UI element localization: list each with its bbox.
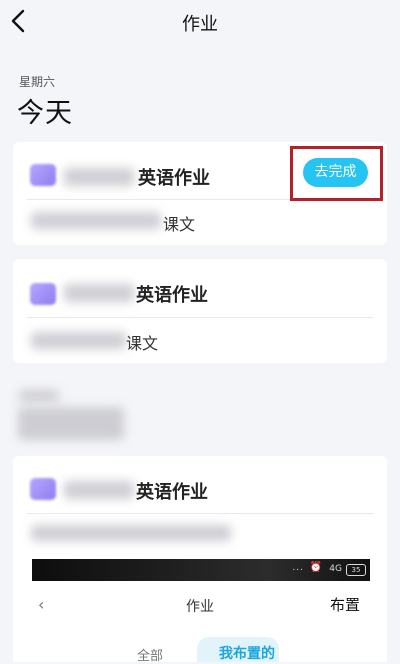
status-dots: ... — [292, 563, 304, 573]
navigation-bar: 作业 — [0, 0, 400, 44]
divider — [27, 317, 373, 318]
homework-icon — [30, 478, 56, 500]
homework-title: 英语作业 — [136, 482, 208, 503]
blurred-date-text — [64, 168, 134, 186]
homework-icon — [30, 283, 56, 305]
day-heading: 今天 — [17, 98, 73, 129]
highlight-frame — [290, 146, 383, 201]
assign-button[interactable]: 布置 — [330, 594, 360, 615]
chevron-left-icon[interactable]: ‹ — [38, 595, 44, 614]
blurred-weekday — [19, 390, 59, 402]
blurred-date-text — [64, 481, 134, 499]
blurred-date-heading — [18, 407, 124, 440]
homework-description: 课文 — [163, 215, 196, 234]
alarm-icon: ⏰ — [309, 562, 322, 573]
tab-all[interactable]: 全部 — [137, 645, 163, 664]
signal-icon: 4G — [329, 564, 342, 574]
battery-icon: 35 — [346, 564, 366, 576]
homework-title: 英语作业 — [138, 168, 210, 189]
homework-title: 英语作业 — [136, 285, 208, 306]
blurred-date-text — [64, 284, 134, 302]
status-bar: ... ⏰ 4G 35 — [32, 559, 370, 581]
tab-mine[interactable]: 我布置的 — [219, 643, 275, 663]
overlay-page-title: 作业 — [186, 599, 214, 615]
blurred-description — [31, 525, 231, 541]
homework-description: 课文 — [126, 334, 159, 353]
blurred-description — [31, 332, 126, 349]
page-title: 作业 — [182, 14, 218, 35]
homework-icon — [30, 164, 56, 186]
weekday-label: 星期六 — [19, 75, 56, 89]
blurred-description — [31, 212, 161, 229]
divider — [27, 513, 373, 514]
homework-card[interactable]: 英语作业 课文 — [13, 259, 387, 363]
